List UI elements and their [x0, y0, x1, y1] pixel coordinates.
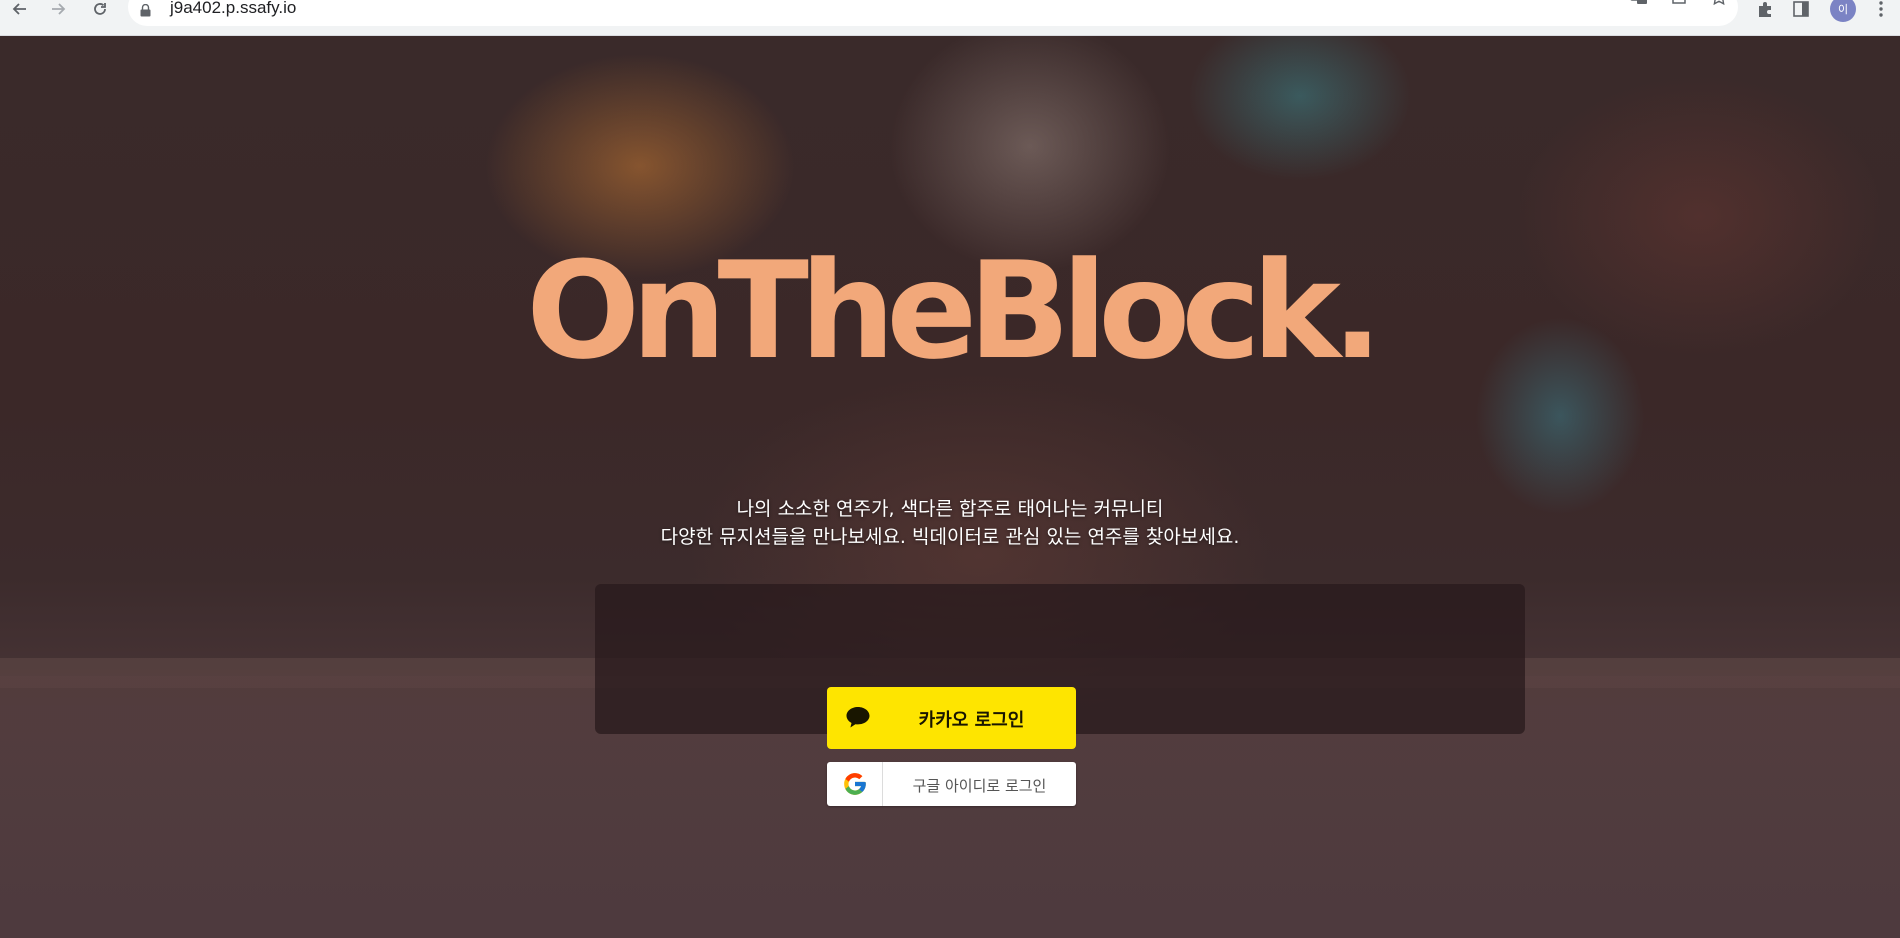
google-g-icon: [827, 762, 883, 806]
share-icon: [1670, 0, 1688, 10]
translate-icon: [1630, 0, 1648, 10]
profile-avatar[interactable]: 이: [1830, 0, 1856, 22]
google-login-button[interactable]: 구글 아이디로 로그인: [827, 762, 1076, 806]
browser-toolbar: j9a402.p.ssafy.io 이: [0, 0, 1900, 36]
site-logo: OnTheBlock.: [526, 233, 1383, 389]
arrow-left-icon: [12, 1, 28, 21]
url-text[interactable]: j9a402.p.ssafy.io: [170, 0, 296, 18]
browser-menu-button[interactable]: [1866, 0, 1896, 22]
address-bar[interactable]: j9a402.p.ssafy.io: [128, 0, 1738, 26]
kakao-login-label: 카카오 로그인: [918, 710, 1025, 731]
side-panel-icon: [1792, 0, 1810, 22]
puzzle-icon: [1756, 0, 1774, 22]
extensions-button[interactable]: [1750, 0, 1780, 22]
google-login-label: 구글 아이디로 로그인: [912, 777, 1047, 795]
bookmark-button[interactable]: [1704, 0, 1734, 10]
share-button[interactable]: [1664, 0, 1694, 10]
back-button[interactable]: [6, 0, 34, 22]
translate-button[interactable]: [1624, 0, 1654, 10]
tagline-line-1: 나의 소소한 연주가, 색다른 합주로 태어나는 커뮤니티: [736, 498, 1164, 520]
forward-button[interactable]: [44, 0, 72, 22]
reload-button[interactable]: [86, 0, 114, 22]
arrow-right-icon: [50, 1, 66, 21]
kebab-menu-icon: [1878, 0, 1884, 22]
kakao-login-button[interactable]: 카카오 로그인: [827, 687, 1076, 749]
star-icon: [1710, 0, 1728, 10]
reload-icon: [92, 1, 108, 21]
lock-icon[interactable]: [140, 2, 151, 17]
tagline-line-2: 다양한 뮤지션들을 만나보세요. 빅데이터로 관심 있는 연주를 찾아보세요.: [660, 526, 1240, 548]
side-panel-button[interactable]: [1786, 0, 1816, 22]
hero-section: OnTheBlock. 나의 소소한 연주가, 색다른 합주로 태어나는 커뮤니…: [0, 36, 1900, 938]
